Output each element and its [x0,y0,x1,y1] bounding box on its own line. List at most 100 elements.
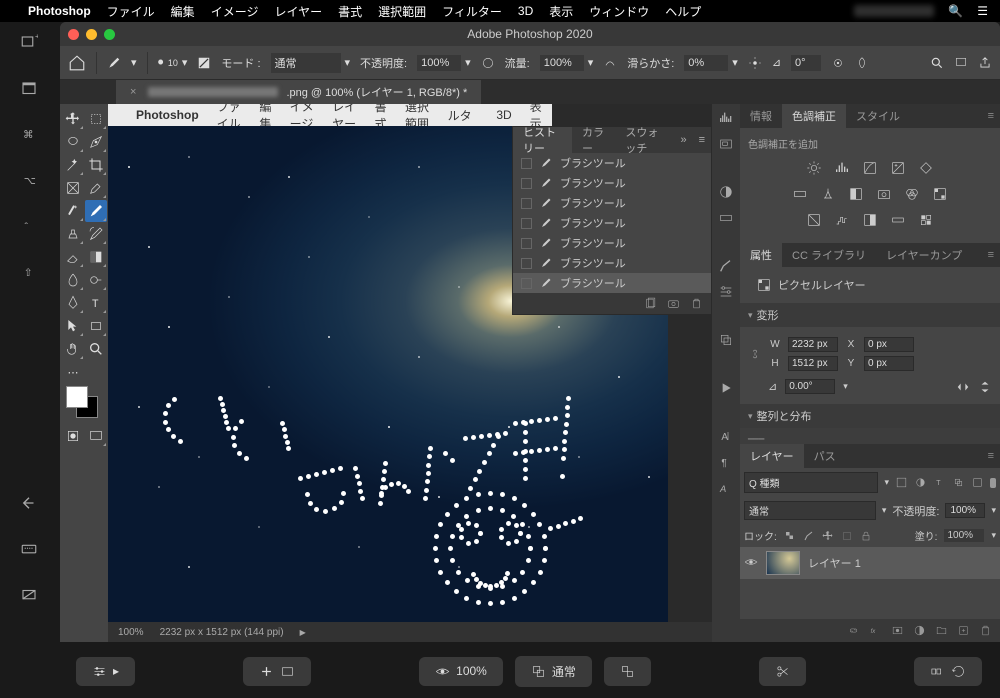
transform-section-header[interactable]: 変形 [740,303,1000,327]
magic-wand-tool[interactable] [62,154,84,176]
gradient-map-icon[interactable] [890,212,906,228]
filter-type-icon[interactable]: T [933,476,946,489]
x-input[interactable] [864,337,914,352]
touch-reset-button[interactable] [914,657,982,686]
edit-toolbar[interactable]: ⋯ [62,361,84,383]
move-tool[interactable] [62,108,84,130]
touch-mode-button[interactable]: 通常 [515,656,592,687]
fill-input[interactable]: 100% [944,529,984,542]
layer-thumbnail[interactable] [766,551,800,575]
search-icon[interactable]: 🔍 [948,4,963,18]
foreground-color[interactable] [66,386,88,408]
touch-add-button[interactable] [243,657,311,686]
clone-source-icon[interactable] [718,332,734,348]
properties-tab[interactable]: 属性 [740,243,782,267]
workspace-icon[interactable] [954,56,968,70]
smoothing-input[interactable]: 0%▾ [684,55,738,71]
app-name-menu[interactable]: Photoshop [28,4,91,18]
flip-horizontal-icon[interactable] [956,380,970,394]
smoothing-options-icon[interactable] [748,56,762,70]
snapshot-icon[interactable] [667,297,680,310]
filter-smart-icon[interactable] [971,476,984,489]
brush-preset-picker[interactable]: • 10 ▾ [158,52,188,73]
menu-3d[interactable]: 3D [518,4,533,18]
menu-select[interactable]: 選択範囲 [378,3,426,20]
color-swatches[interactable] [62,384,84,424]
touch-zoom-button[interactable]: 100% [419,657,503,686]
lock-all-icon[interactable] [860,530,872,542]
selective-color-icon[interactable] [918,212,934,228]
properties-menu-icon[interactable]: ≡ [982,249,1000,261]
color-balance-icon[interactable] [820,186,836,202]
home-icon[interactable] [68,54,86,72]
layers-menu-icon[interactable]: ≡ [982,450,1000,462]
menu-window[interactable]: ウィンドウ [589,3,649,20]
align-section-header[interactable]: 整列と分布 [740,404,1000,428]
screen-mode-tool[interactable] [85,425,107,447]
history-row[interactable]: ブラシツール [513,153,711,173]
quick-select-tool[interactable] [85,131,107,153]
color-lookup-icon[interactable] [932,186,948,202]
share-icon[interactable] [978,56,992,70]
levels-icon[interactable] [834,160,850,176]
posterize-icon[interactable] [834,212,850,228]
cc-libraries-tab[interactable]: CC ライブラリ [782,243,876,267]
lock-pixels-icon[interactable] [803,530,815,542]
zoom-status[interactable]: 100% [118,627,144,638]
styles-tab[interactable]: スタイル [846,104,910,128]
lock-transparency-icon[interactable] [784,530,796,542]
clone-stamp-tool[interactable] [62,223,84,245]
hand-tool[interactable] [62,338,84,360]
crop-tool[interactable] [85,154,107,176]
control-key-icon[interactable]: ˆ [20,218,38,236]
brush-tool-icon[interactable] [107,56,121,70]
proxy-menu-3d[interactable]: 3D [496,108,511,122]
eyedropper-tool[interactable] [85,177,107,199]
layer-blend-mode[interactable]: 通常 [744,501,876,520]
paths-tab[interactable]: パス [804,444,846,468]
menu-type[interactable]: 書式 [338,3,362,20]
filter-shape-icon[interactable] [952,476,965,489]
color-tab[interactable]: カラー [572,127,615,153]
quickmask-tool[interactable] [62,425,84,447]
layer-name[interactable]: レイヤー 1 [808,555,861,571]
lock-position-icon[interactable] [822,530,834,542]
healing-brush-tool[interactable] [62,200,84,222]
adjustments-menu-icon[interactable]: ≡ [982,110,1000,122]
filter-image-icon[interactable] [895,476,908,489]
y-input[interactable] [864,356,914,371]
zoom-tool[interactable] [85,338,107,360]
pen-tool[interactable] [62,292,84,314]
option-key-icon[interactable]: ⌥ [20,172,38,190]
layer-fx-icon[interactable]: fx [869,624,882,637]
menu-view[interactable]: 表示 [549,3,573,20]
close-tab-icon[interactable]: × [130,86,136,98]
layer-row[interactable]: レイヤー 1 [740,547,1000,579]
airbrush-icon[interactable] [603,56,617,70]
brushes-icon[interactable] [718,258,734,274]
menu-layer[interactable]: レイヤー [274,3,322,20]
path-select-tool[interactable] [62,315,84,337]
history-list[interactable]: ブラシツールブラシツールブラシツールブラシツールブラシツールブラシツールブラシツ… [513,153,711,293]
search-icon[interactable] [930,56,944,70]
type-tool[interactable]: T [85,292,107,314]
group-layers-icon[interactable] [935,624,948,637]
brush-settings-rail-icon[interactable] [718,284,734,300]
layer-opacity-input[interactable]: 100% [945,503,985,518]
history-row[interactable]: ブラシツール [513,213,711,233]
history-row[interactable]: ブラシツール [513,273,711,293]
bw-icon[interactable] [848,186,864,202]
delete-layer-icon[interactable] [979,624,992,637]
undo-icon[interactable] [20,494,38,512]
menu-file[interactable]: ファイル [107,3,155,20]
threshold-icon[interactable] [862,212,878,228]
brush-settings-icon[interactable] [197,56,211,70]
flow-input[interactable]: 100%▾ [540,55,594,71]
glyphs-icon[interactable]: A [718,480,734,496]
history-row[interactable]: ブラシツール [513,173,711,193]
layers-tab[interactable]: レイヤー [740,444,804,468]
actions-icon[interactable] [718,380,734,396]
document-tab[interactable]: × .png @ 100% (レイヤー 1, RGB/8*) * [116,80,481,104]
create-document-icon[interactable] [644,297,657,310]
history-row[interactable]: ブラシツール [513,233,711,253]
